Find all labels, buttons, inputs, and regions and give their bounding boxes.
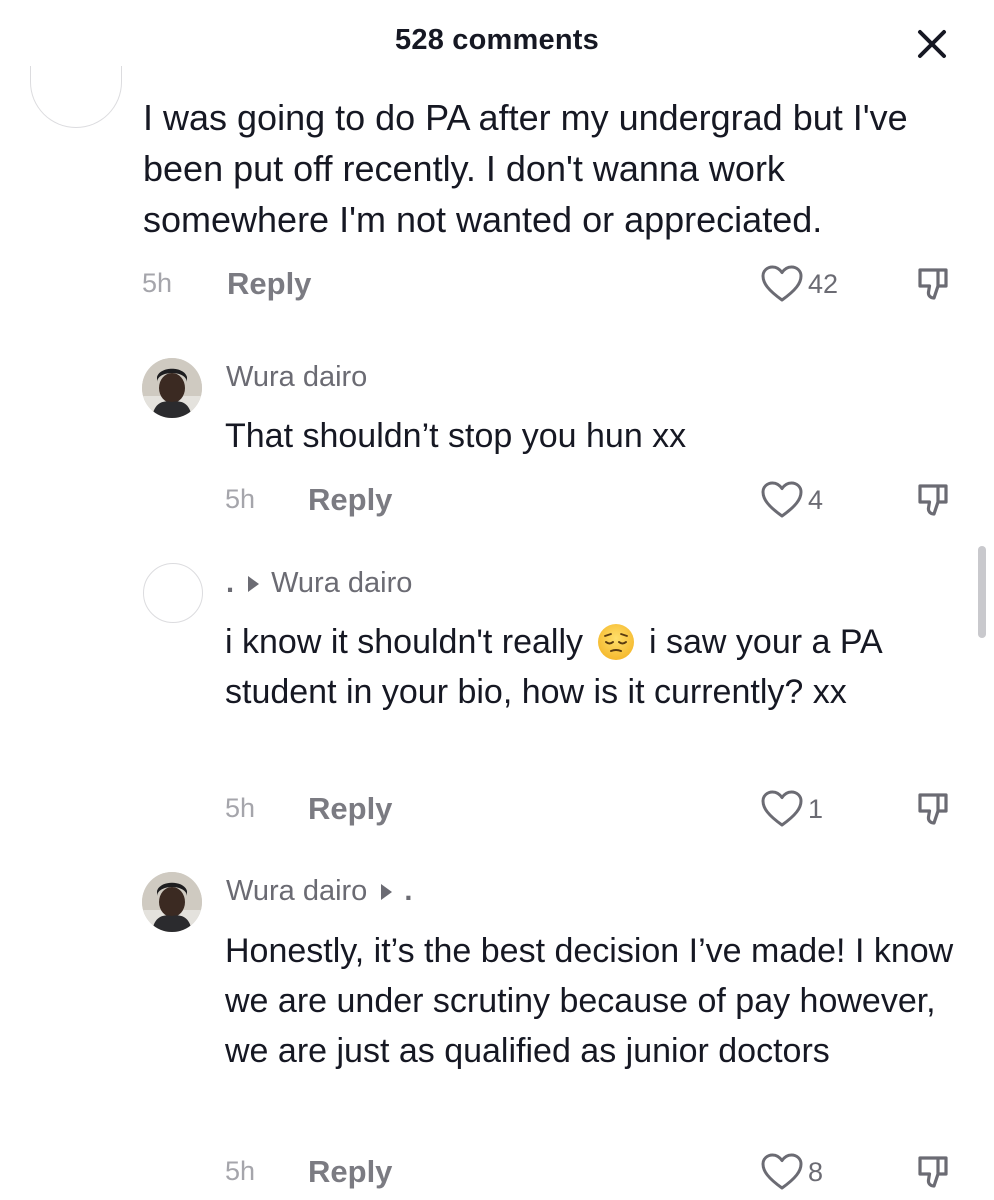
close-icon bbox=[918, 30, 946, 58]
like-count: 1 bbox=[808, 793, 824, 824]
reply-to-username: Wura dairo bbox=[271, 567, 413, 599]
thumbs-down-icon bbox=[918, 484, 948, 516]
comment-text-part: i know it shouldn't really bbox=[225, 623, 583, 661]
scrollbar-thumb[interactable] bbox=[978, 546, 986, 638]
thumbs-down-icon bbox=[918, 793, 948, 825]
pensive-face-icon bbox=[597, 623, 635, 661]
thumbs-down-icon bbox=[918, 268, 948, 300]
heart-icon bbox=[761, 265, 803, 302]
comment-time: 5h bbox=[225, 793, 256, 823]
comment-time: 5h bbox=[225, 1156, 256, 1186]
like-button[interactable]: 42 bbox=[760, 264, 838, 304]
comments-count-title: 528 comments bbox=[395, 24, 599, 56]
reply-button[interactable]: Reply bbox=[227, 266, 311, 302]
heart-icon bbox=[761, 790, 803, 827]
avatar[interactable] bbox=[143, 563, 203, 623]
dislike-button[interactable] bbox=[914, 264, 954, 304]
comment-text: I was going to do PA after my undergrad … bbox=[143, 97, 908, 240]
reply-arrow-icon bbox=[248, 575, 260, 592]
like-button[interactable]: 8 bbox=[760, 1152, 823, 1192]
reply-button[interactable]: Reply bbox=[308, 791, 392, 827]
comment-text: Honestly, it’s the best decision I’ve ma… bbox=[225, 932, 954, 1070]
thumbs-down-icon bbox=[918, 1156, 948, 1188]
dislike-button[interactable] bbox=[914, 480, 954, 520]
comment-username[interactable]: . Wura dairo bbox=[226, 567, 412, 600]
heart-icon bbox=[761, 1153, 803, 1190]
heart-icon bbox=[761, 481, 803, 518]
comment-time: 5h bbox=[142, 268, 173, 298]
username-text: . bbox=[226, 567, 235, 599]
comment-username[interactable]: Wura dairo bbox=[226, 361, 367, 394]
avatar[interactable] bbox=[142, 358, 202, 418]
reply-arrow-icon bbox=[381, 883, 393, 900]
like-count: 4 bbox=[808, 484, 824, 515]
avatar-image bbox=[142, 358, 202, 418]
close-button[interactable] bbox=[910, 22, 954, 66]
reply-to-username: . bbox=[404, 875, 413, 907]
avatar[interactable] bbox=[30, 66, 122, 128]
reply-button[interactable]: Reply bbox=[308, 1154, 392, 1190]
like-button[interactable]: 4 bbox=[760, 480, 823, 520]
dislike-button[interactable] bbox=[914, 789, 954, 829]
comment-text: That shouldn’t stop you hun xx bbox=[225, 417, 687, 455]
like-count: 8 bbox=[808, 1156, 824, 1187]
comment-time: 5h bbox=[225, 484, 256, 514]
avatar-image bbox=[142, 872, 202, 932]
username-text: Wura dairo bbox=[226, 361, 368, 393]
avatar[interactable] bbox=[142, 872, 202, 932]
comment-username[interactable]: Wura dairo . bbox=[226, 875, 412, 908]
username-text: Wura dairo bbox=[226, 875, 368, 907]
like-button[interactable]: 1 bbox=[760, 789, 823, 829]
comments-header: 528 comments bbox=[0, 0, 994, 86]
dislike-button[interactable] bbox=[914, 1152, 954, 1192]
comment-text: i know it shouldn't really i saw your a … bbox=[225, 617, 965, 717]
reply-button[interactable]: Reply bbox=[308, 482, 392, 518]
like-count: 42 bbox=[808, 268, 839, 299]
